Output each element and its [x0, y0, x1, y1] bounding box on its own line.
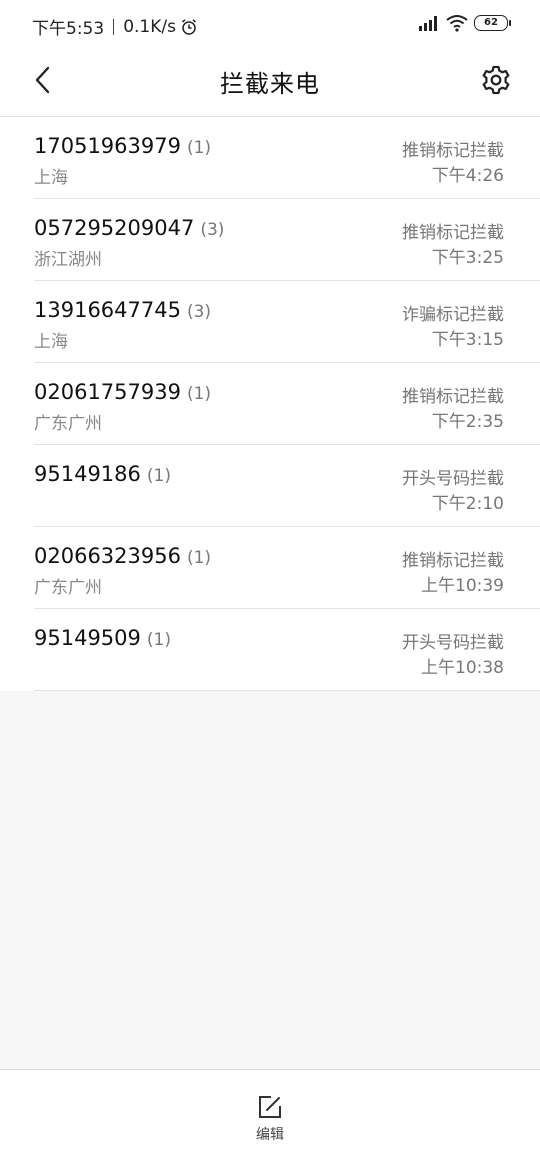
- call-row[interactable]: 057295209047 (3) 浙江湖州 推销标记拦截 下午3:25: [34, 199, 540, 281]
- edit-button[interactable]: 编辑: [240, 1090, 300, 1150]
- call-location: 上海: [34, 332, 68, 352]
- phone-number-text: 95149509: [34, 626, 141, 650]
- call-time: 下午4:26: [431, 166, 504, 186]
- wifi-icon: [446, 15, 468, 32]
- call-time: 下午3:25: [431, 248, 504, 268]
- call-count: (1): [186, 384, 212, 404]
- phone-number-text: 02066323956: [34, 544, 181, 568]
- call-row[interactable]: 17051963979 (1) 上海 推销标记拦截 下午4:26: [34, 117, 540, 199]
- status-right: 62: [418, 14, 511, 32]
- call-time: 下午2:35: [431, 412, 504, 432]
- call-location: 浙江湖州: [34, 250, 102, 270]
- signal-icon: [419, 16, 437, 31]
- battery-level: 62: [484, 17, 498, 28]
- phone-number: 02061757939 (1): [34, 380, 211, 404]
- phone-number: 95149509 (1): [34, 626, 171, 650]
- call-row[interactable]: 02061757939 (1) 广东广州 推销标记拦截 下午2:35: [34, 363, 540, 445]
- status-left: 下午5:53 0.1K/s: [32, 14, 198, 39]
- call-count: (1): [146, 466, 171, 486]
- block-reason: 诈骗标记拦截: [402, 305, 504, 325]
- bottom-action-bar: 编辑: [0, 1069, 540, 1171]
- block-reason: 推销标记拦截: [402, 223, 504, 243]
- call-count: (1): [186, 548, 212, 568]
- network-speed: 0.1K/s: [123, 16, 176, 37]
- block-reason: 开头号码拦截: [402, 469, 504, 489]
- phone-number-text: 95149186: [34, 462, 141, 486]
- call-time: 下午3:15: [431, 330, 504, 350]
- call-location: 上海: [34, 168, 68, 188]
- call-count: (3): [200, 220, 225, 240]
- page-title: 拦截来电: [220, 70, 320, 98]
- call-location: 广东广州: [34, 578, 102, 598]
- title-bar: 拦截来电: [0, 50, 540, 117]
- call-location: 广东广州: [34, 414, 102, 434]
- edit-label: 编辑: [256, 1127, 284, 1143]
- block-reason: 推销标记拦截: [402, 551, 504, 571]
- phone-number: 02066323956 (1): [34, 544, 211, 568]
- call-count: (1): [146, 630, 171, 650]
- phone-number-text: 057295209047: [34, 216, 195, 240]
- blocked-calls-list: 17051963979 (1) 上海 推销标记拦截 下午4:26 05729520…: [0, 117, 540, 691]
- phone-number-text: 02061757939: [34, 380, 181, 404]
- call-count: (1): [186, 138, 212, 158]
- phone-number-text: 17051963979: [34, 134, 181, 158]
- call-time: 下午2:10: [431, 494, 504, 514]
- status-separator: [113, 18, 115, 35]
- call-row[interactable]: 95149186 (1) 开头号码拦截 下午2:10: [34, 445, 540, 527]
- status-bar: 下午5:53 0.1K/s 62: [0, 0, 540, 50]
- call-row[interactable]: 13916647745 (3) 上海 诈骗标记拦截 下午3:15: [34, 281, 540, 363]
- battery-icon: 62: [474, 15, 511, 31]
- call-row[interactable]: 02066323956 (1) 广东广州 推销标记拦截 上午10:39: [34, 527, 540, 609]
- call-row[interactable]: 95149509 (1) 开头号码拦截 上午10:38: [34, 609, 540, 691]
- block-reason: 推销标记拦截: [402, 387, 504, 407]
- phone-number: 13916647745 (3): [34, 298, 211, 322]
- edit-icon: [259, 1096, 281, 1118]
- block-reason: 开头号码拦截: [402, 633, 504, 653]
- block-reason: 推销标记拦截: [402, 141, 504, 161]
- alarm-clock-icon: [181, 18, 196, 35]
- gear-icon[interactable]: [480, 64, 512, 96]
- call-time: 上午10:38: [421, 658, 504, 678]
- call-time: 上午10:39: [421, 576, 504, 596]
- phone-number-text: 13916647745: [34, 298, 181, 322]
- status-time: 下午5:53: [32, 19, 105, 39]
- call-count: (3): [186, 302, 212, 322]
- phone-number: 95149186 (1): [34, 462, 171, 486]
- phone-number: 17051963979 (1): [34, 134, 211, 158]
- phone-number: 057295209047 (3): [34, 216, 224, 240]
